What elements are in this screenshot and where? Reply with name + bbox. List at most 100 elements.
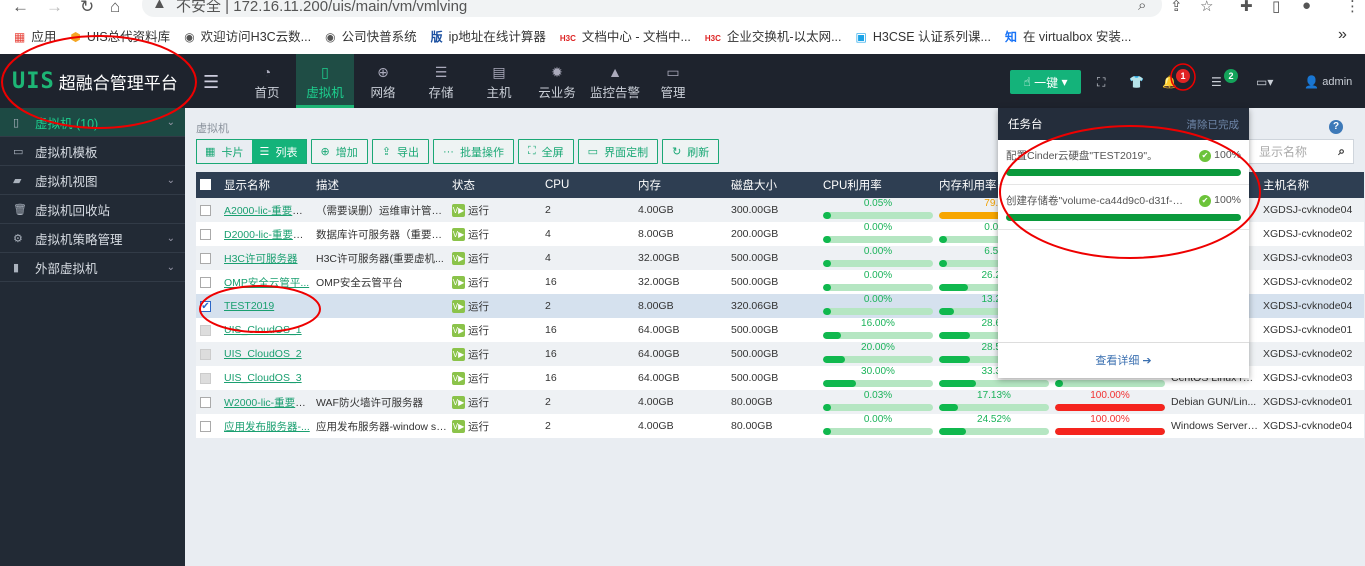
address-bar[interactable]: ▲ 不安全 | 172.16.11.200/uis/main/vm/vmlving (142, 0, 1162, 17)
sidebar-item-5[interactable]: ▮ 外部虚拟机 ⌄ (0, 253, 185, 282)
row-checkbox-cell[interactable] (196, 222, 220, 246)
vm-name-link[interactable]: A2000-lic-重要勿删 (224, 205, 312, 217)
screen-icon[interactable]: ▭▾ (1256, 70, 1273, 94)
nav-0[interactable]: ◔ 首页 (238, 54, 296, 108)
bookmark-item[interactable]: 版 ip地址在线计算器 (431, 26, 546, 45)
vm-name-link[interactable]: OMP安全云管平... (224, 277, 309, 289)
add-button[interactable]: ⊕ 增加 (310, 139, 368, 164)
row-checkbox-cell[interactable] (196, 246, 220, 270)
sidebar-icon: ▮ (13, 261, 20, 274)
column-header[interactable]: 描述 (312, 172, 448, 198)
logo[interactable]: UIS 超融合管理平台 (12, 69, 178, 94)
vm-name-link[interactable]: W2000-lic-重要勿... (224, 397, 312, 409)
row-checkbox-cell[interactable] (196, 366, 220, 390)
list-view-button[interactable]: ☰ 列表 (251, 140, 306, 163)
column-header[interactable]: 磁盘大小 (727, 172, 819, 198)
bookmark-item[interactable]: H3C 文档中心 - 文档中... (560, 26, 691, 45)
task-item[interactable]: 配置Cinder云硬盘"TEST2019"。 ✔ 100% (998, 140, 1249, 185)
reload-icon[interactable]: ↻ (80, 0, 94, 17)
bookmark-item[interactable]: ▦ 应用 (14, 26, 56, 45)
bookmark-item[interactable]: ◉ 欢迎访问H3C云数... (184, 26, 311, 45)
customize-button[interactable]: ▭ 界面定制 (577, 139, 659, 164)
column-header[interactable]: 主机名称 (1259, 172, 1364, 198)
row-checkbox-cell[interactable] (196, 198, 220, 222)
vm-name-link[interactable]: UIS_CloudOS_2 (224, 348, 302, 360)
vm-name-link[interactable]: 应用发布服务器-... (224, 421, 310, 433)
forward-icon[interactable]: → (46, 0, 63, 17)
row-checkbox[interactable] (200, 252, 211, 264)
nav-1[interactable]: ▯ 虚拟机 (296, 54, 354, 108)
bookmark-item[interactable]: ◉ 公司快普系统 (325, 26, 417, 45)
alarm-bell-icon[interactable]: 🔔 (1162, 70, 1177, 94)
extensions-icon[interactable]: ✚ (1240, 0, 1253, 15)
sidebar-item-4[interactable]: ⚙ 虚拟机策略管理 ⌄ (0, 224, 185, 253)
refresh-button[interactable]: ↻ 刷新 (662, 139, 720, 164)
bookmark-item[interactable]: 知在 virtualbox 安装... (1005, 26, 1131, 45)
select-all[interactable] (196, 172, 220, 198)
skin-icon[interactable]: 👕 (1129, 70, 1144, 94)
back-icon[interactable]: ← (12, 0, 29, 17)
clear-completed-link[interactable]: 清除已完成 (1187, 117, 1240, 132)
table-row[interactable]: 应用发布服务器-... 应用发布服务器-window se... V▶ 运行 2 4.00… (196, 414, 1364, 438)
column-header[interactable]: 显示名称 (220, 172, 312, 198)
share-icon[interactable]: ⇪ (1170, 0, 1183, 15)
column-header[interactable]: CPU (541, 172, 634, 198)
column-header[interactable]: 状态 (448, 172, 541, 198)
batch-button[interactable]: ··· 批量操作 (432, 139, 514, 164)
row-checkbox[interactable] (200, 420, 211, 432)
export-button[interactable]: ⇪ 导出 (371, 139, 429, 164)
bookmark-item[interactable]: H3C 企业交换机-以太网... (705, 26, 842, 45)
fullscreen-button[interactable]: ⛶ 全屏 (517, 139, 574, 164)
table-row[interactable]: W2000-lic-重要勿... WAF防火墙许可服务器 V▶ 运行 2 4.00GB 80… (196, 390, 1364, 414)
nav-2[interactable]: ⊕ 网络 (354, 54, 412, 108)
vm-name-link[interactable]: D2000-lic-重要勿... (224, 229, 312, 241)
vm-name-link[interactable]: TEST2019 (224, 300, 274, 312)
sidepanel-icon[interactable]: ▯ (1272, 0, 1280, 15)
list-icon: ☰ (259, 146, 270, 158)
row-checkbox-cell[interactable] (196, 342, 220, 366)
star-icon[interactable]: ☆ (1200, 0, 1213, 15)
bookmark-item[interactable]: ⬢ UIS总代资料库 (70, 26, 170, 45)
nav-5[interactable]: ✹ 云业务 (528, 54, 586, 108)
menu-toggle-icon[interactable]: ☰ (203, 72, 219, 93)
nav-4[interactable]: ▤ 主机 (470, 54, 528, 108)
row-checkbox[interactable]: ✔ (200, 300, 211, 312)
vm-name-link[interactable]: H3C许可服务器 (224, 253, 298, 265)
row-checkbox-cell[interactable] (196, 318, 220, 342)
column-header[interactable]: 内存 (634, 172, 727, 198)
menu-icon[interactable]: ⋮ (1345, 0, 1360, 15)
row-checkbox[interactable] (200, 228, 211, 240)
row-checkbox-cell[interactable] (196, 270, 220, 294)
search-icon[interactable]: ⌕ (1338, 144, 1345, 159)
fullscreen-icon[interactable]: ⛶ (1097, 70, 1105, 94)
mem-cell: 32.00GB (634, 246, 727, 270)
row-checkbox-cell[interactable] (196, 414, 220, 438)
nav-7[interactable]: ▭ 管理 (644, 54, 702, 108)
one-key-button[interactable]: ☝ 一键 ▾ (1010, 70, 1081, 94)
sidebar-item-2[interactable]: ▰ 虚拟机视图 ⌄ (0, 166, 185, 195)
row-checkbox[interactable] (200, 276, 211, 288)
more-bookmarks[interactable]: » (1338, 24, 1347, 46)
row-checkbox-cell[interactable]: ✔ (196, 294, 220, 318)
home-icon[interactable]: ⌂ (110, 0, 120, 17)
task-item[interactable]: 创建存储卷"volume-ca44d9c0-d31f-49... ✔ 100% (998, 185, 1249, 230)
card-view-button[interactable]: ▦ 卡片 (197, 140, 252, 163)
row-checkbox-cell[interactable] (196, 390, 220, 414)
sidebar-item-1[interactable]: ▭ 虚拟机模板 (0, 137, 185, 166)
view-details-link[interactable]: 查看详细 ➔ (998, 342, 1249, 378)
sidebar-item-0[interactable]: ▯ 虚拟机 (10) ⌄ (0, 108, 185, 137)
column-header[interactable]: CPU利用率 (819, 172, 935, 198)
vm-name-link[interactable]: UIS_CloudOS_1 (224, 324, 302, 336)
user-menu[interactable]: 👤 admin (1304, 70, 1352, 94)
profile-icon[interactable]: ● (1302, 0, 1311, 14)
help-icon[interactable]: ? (1329, 120, 1343, 134)
vm-name-link[interactable]: UIS_CloudOS_3 (224, 372, 302, 384)
nav-6[interactable]: ▲ 监控告警 (586, 54, 644, 108)
row-checkbox[interactable] (200, 204, 211, 216)
zoom-icon[interactable]: ⌕ (1138, 0, 1146, 14)
bookmark-item[interactable]: ▣ H3CSE 认证系列课... (856, 26, 991, 45)
row-checkbox[interactable] (200, 396, 211, 408)
nav-3[interactable]: ☰ 存储 (412, 54, 470, 108)
sidebar-item-3[interactable]: 🗑 虚拟机回收站 (0, 195, 185, 224)
task-icon[interactable]: ☰ (1211, 70, 1222, 94)
